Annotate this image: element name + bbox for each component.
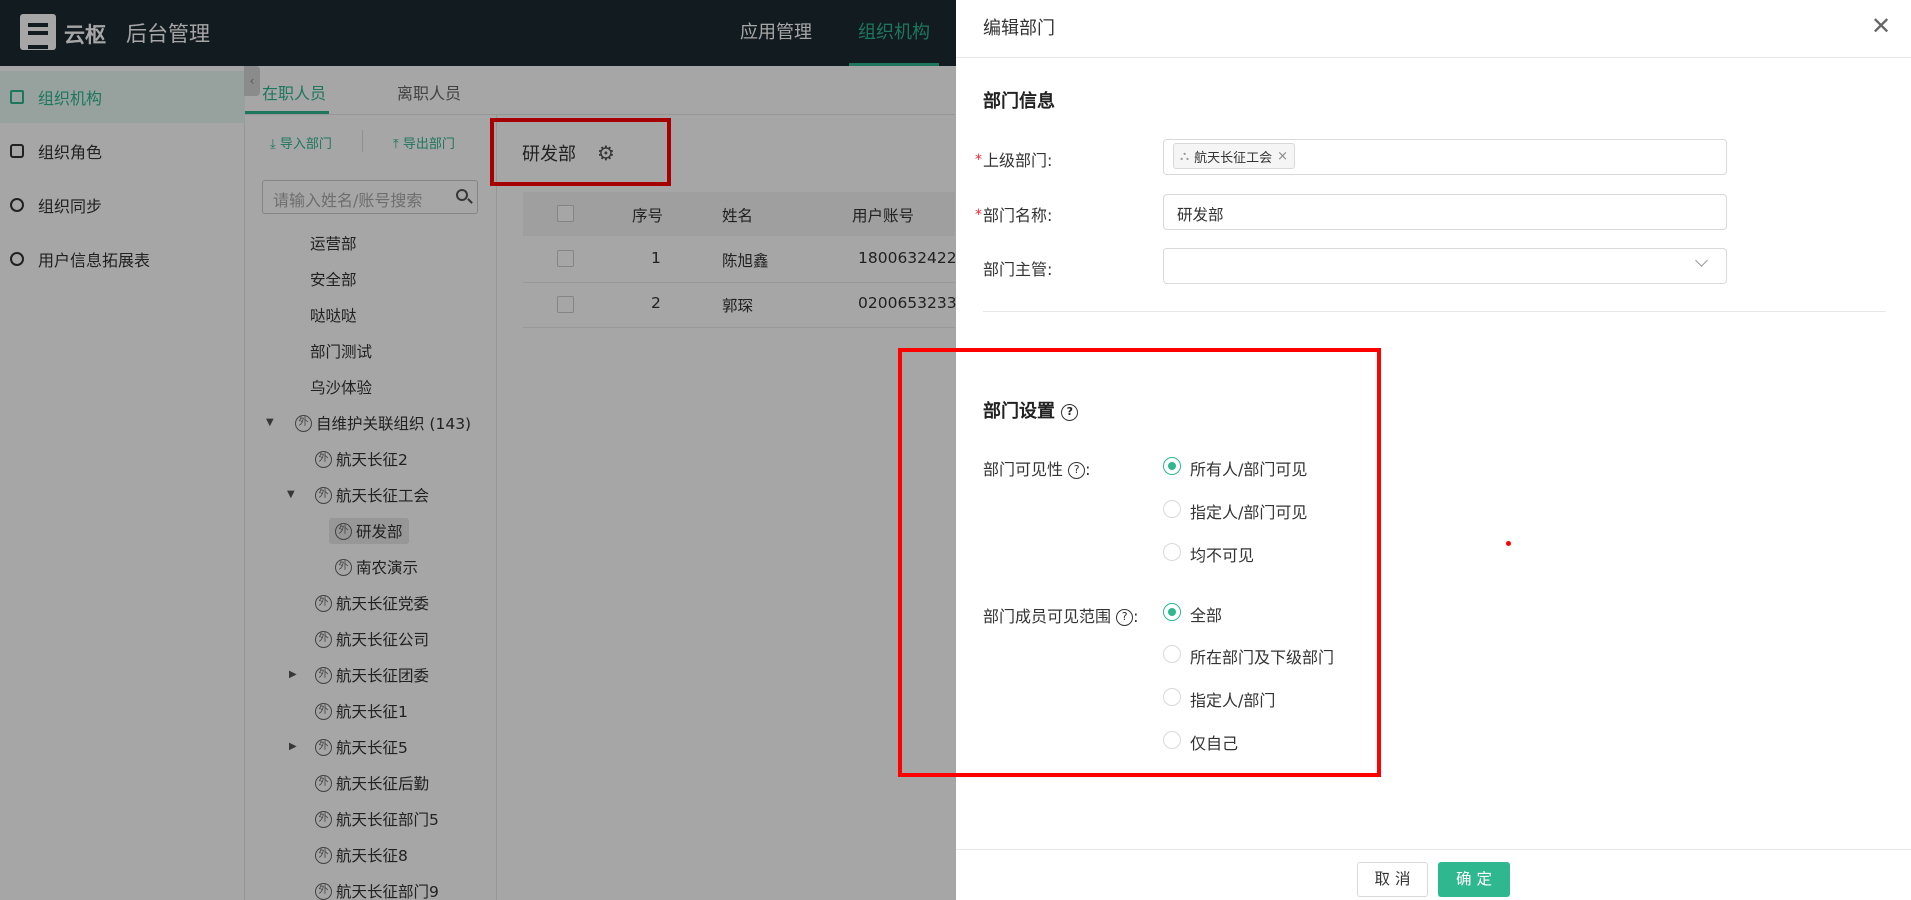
dept-manager-label: 部门主管: (983, 260, 1053, 279)
required-mark: * (975, 207, 982, 223)
tag-close-icon[interactable]: × (1277, 149, 1288, 164)
dept-name-label: 部门名称: (983, 206, 1053, 225)
drawer-header-divider (956, 57, 1911, 58)
dept-name-input[interactable] (1163, 194, 1727, 230)
org-icon: ⛬ (1180, 148, 1190, 164)
tag-label: 航天长征工会 (1194, 150, 1273, 166)
cancel-button[interactable]: 取 消 (1357, 862, 1428, 897)
required-mark: * (975, 152, 982, 168)
parent-dept-tag: ⛬ 航天长征工会 × (1173, 143, 1296, 169)
confirm-button[interactable]: 确 定 (1438, 862, 1510, 897)
dept-name-value: 研发部 (1177, 206, 1224, 224)
drawer-footer-divider (956, 849, 1911, 850)
parent-dept-label: 上级部门: (983, 151, 1053, 170)
highlight-box (898, 348, 1381, 777)
drawer-title: 编辑部门 (983, 18, 1055, 39)
section-divider (983, 311, 1886, 312)
modal-mask[interactable] (0, 0, 956, 900)
section-title-info: 部门信息 (983, 91, 1055, 112)
dept-manager-select[interactable] (1163, 248, 1727, 284)
cursor-dot (1506, 541, 1511, 546)
close-icon[interactable]: ✕ (1871, 12, 1891, 40)
